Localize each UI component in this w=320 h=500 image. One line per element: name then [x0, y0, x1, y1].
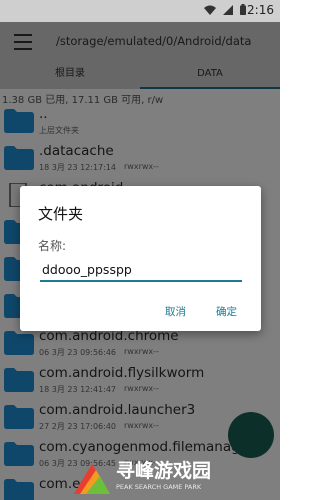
name-label: 名称: — [38, 239, 67, 253]
battery-icon — [240, 4, 246, 15]
signal-icon — [223, 4, 233, 15]
watermark-subtitle: PEAK SEARCH GAME PARK — [116, 483, 202, 491]
watermark-logo-icon — [74, 464, 110, 494]
status-icons — [204, 4, 246, 15]
status-bar: 2:16 — [0, 0, 280, 22]
watermark-title: 寻峰游戏园 — [116, 460, 212, 482]
dialog-title: 文件夹 — [38, 205, 84, 223]
status-time: 2:16 — [247, 3, 274, 17]
cancel-button[interactable]: 取消 — [165, 304, 186, 319]
new-folder-dialog: 文件夹 名称: 取消 确定 — [20, 186, 261, 331]
wifi-icon — [204, 5, 216, 15]
folder-name-input[interactable] — [40, 258, 242, 282]
ok-button[interactable]: 确定 — [216, 304, 237, 319]
watermark: 寻峰游戏园 PEAK SEARCH GAME PARK — [70, 452, 280, 500]
